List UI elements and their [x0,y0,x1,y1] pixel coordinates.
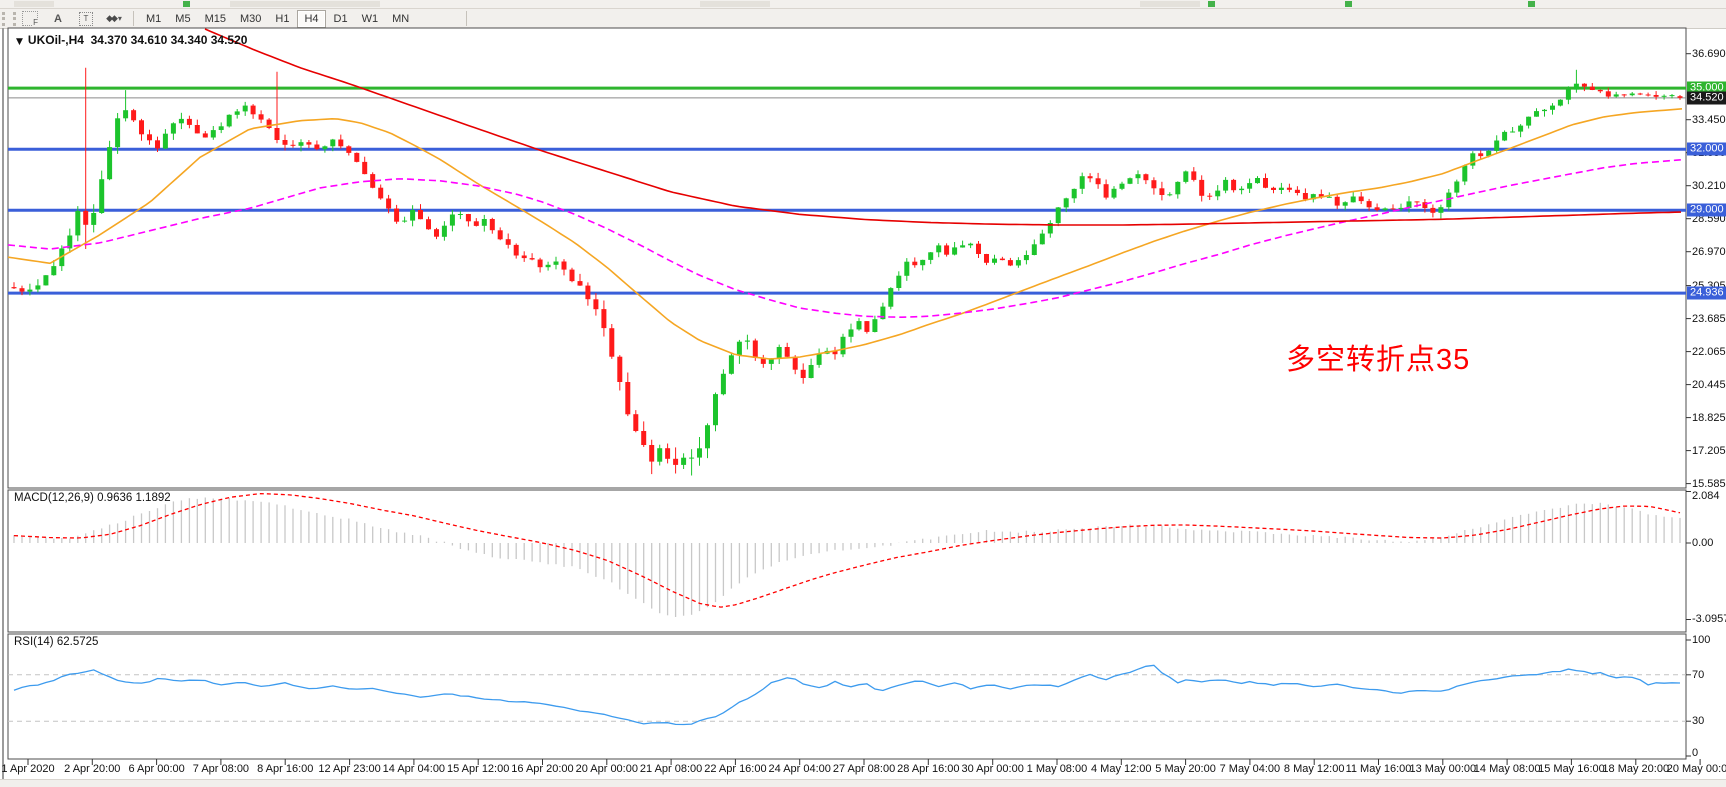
time-axis-label: 7 Apr 08:00 [193,763,249,775]
rsi-axis-label: 30 [1692,715,1704,727]
rsi-axis-label: 70 [1692,669,1704,681]
macd-plot-area[interactable] [8,490,1686,632]
price-axis-label: 26.970 [1692,246,1726,258]
price-axis-label: 30.210 [1692,180,1726,192]
rsi-axis-label: 0 [1692,747,1698,759]
time-axis-label: 8 May 12:00 [1284,763,1345,775]
chart-title: ▼ UKOil-,H4 34.370 34.610 34.340 34.520 [16,33,247,47]
price-badge-29.000: 29.000 [1687,204,1726,217]
price-axis-label: 15.585 [1692,478,1726,490]
time-axis-label: 27 Apr 08:00 [833,763,895,775]
symbol-dropdown-icon[interactable]: ▼ [16,37,23,47]
macd-axis-label: -3.0957 [1692,613,1726,625]
time-axis-label: 18 May 20:00 [1602,763,1669,775]
time-axis-label: 1 May 08:00 [1027,763,1088,775]
time-axis-label: 6 Apr 00:00 [128,763,184,775]
price-axis-label: 20.445 [1692,379,1726,391]
price-axis-label: 18.825 [1692,412,1726,424]
time-axis-label: 12 Apr 23:00 [318,763,380,775]
time-axis-label: 14 Apr 04:00 [383,763,445,775]
main-chart-plot-area[interactable] [8,28,1686,488]
time-axis-label: 21 Apr 08:00 [640,763,702,775]
time-axis-label: 20 Apr 00:00 [576,763,638,775]
time-axis-label: 13 May 00:00 [1409,763,1476,775]
macd-axis-label: 2.084 [1692,490,1720,502]
ohlc-values: 34.370 34.610 34.340 34.520 [91,33,248,47]
time-axis-label: 22 Apr 16:00 [704,763,766,775]
time-axis-label: 1 Apr 2020 [1,763,54,775]
price-axis-label: 23.685 [1692,313,1726,325]
symbol-period-label: UKOil-,H4 [28,33,84,47]
price-badge-32.000: 32.000 [1687,143,1726,156]
time-axis-label: 5 May 20:00 [1155,763,1216,775]
time-axis-label: 11 May 16:00 [1346,763,1412,775]
rsi-value: 62.5725 [57,636,99,648]
rsi-indicator-label: RSI(14) 62.5725 [14,636,98,648]
rsi-plot-area[interactable] [8,634,1686,759]
time-axis-label: 24 Apr 04:00 [769,763,831,775]
price-axis-label: 36.690 [1692,48,1726,60]
price-axis-label: 17.205 [1692,445,1726,457]
time-axis-label: 7 May 04:00 [1220,763,1281,775]
time-axis-label: 20 May 00:00 [1667,763,1726,775]
chart-canvas[interactable] [0,0,1726,786]
time-axis-label: 4 May 12:00 [1091,763,1152,775]
time-axis-label: 28 Apr 16:00 [897,763,959,775]
macd-values: 0.9636 1.1892 [97,492,171,504]
time-axis-label: 8 Apr 16:00 [257,763,313,775]
time-axis-label: 15 May 16:00 [1538,763,1605,775]
time-axis-label: 2 Apr 20:00 [64,763,120,775]
time-axis-label: 15 Apr 12:00 [447,763,509,775]
time-axis-label: 16 Apr 20:00 [511,763,573,775]
macd-axis-label: 0.00 [1692,537,1713,549]
price-badge-24.936: 24.936 [1687,287,1726,300]
macd-indicator-label: MACD(12,26,9) 0.9636 1.1892 [14,492,171,504]
price-axis-label: 22.065 [1692,346,1726,358]
price-badge-34.520: 34.520 [1687,91,1726,104]
price-axis-label: 33.450 [1692,114,1726,126]
chart-text-annotation[interactable]: 多空转折点35 [1286,336,1470,378]
time-axis-label: 14 May 08:00 [1474,763,1541,775]
time-axis-label: 30 Apr 00:00 [961,763,1023,775]
rsi-axis-label: 100 [1692,634,1710,646]
